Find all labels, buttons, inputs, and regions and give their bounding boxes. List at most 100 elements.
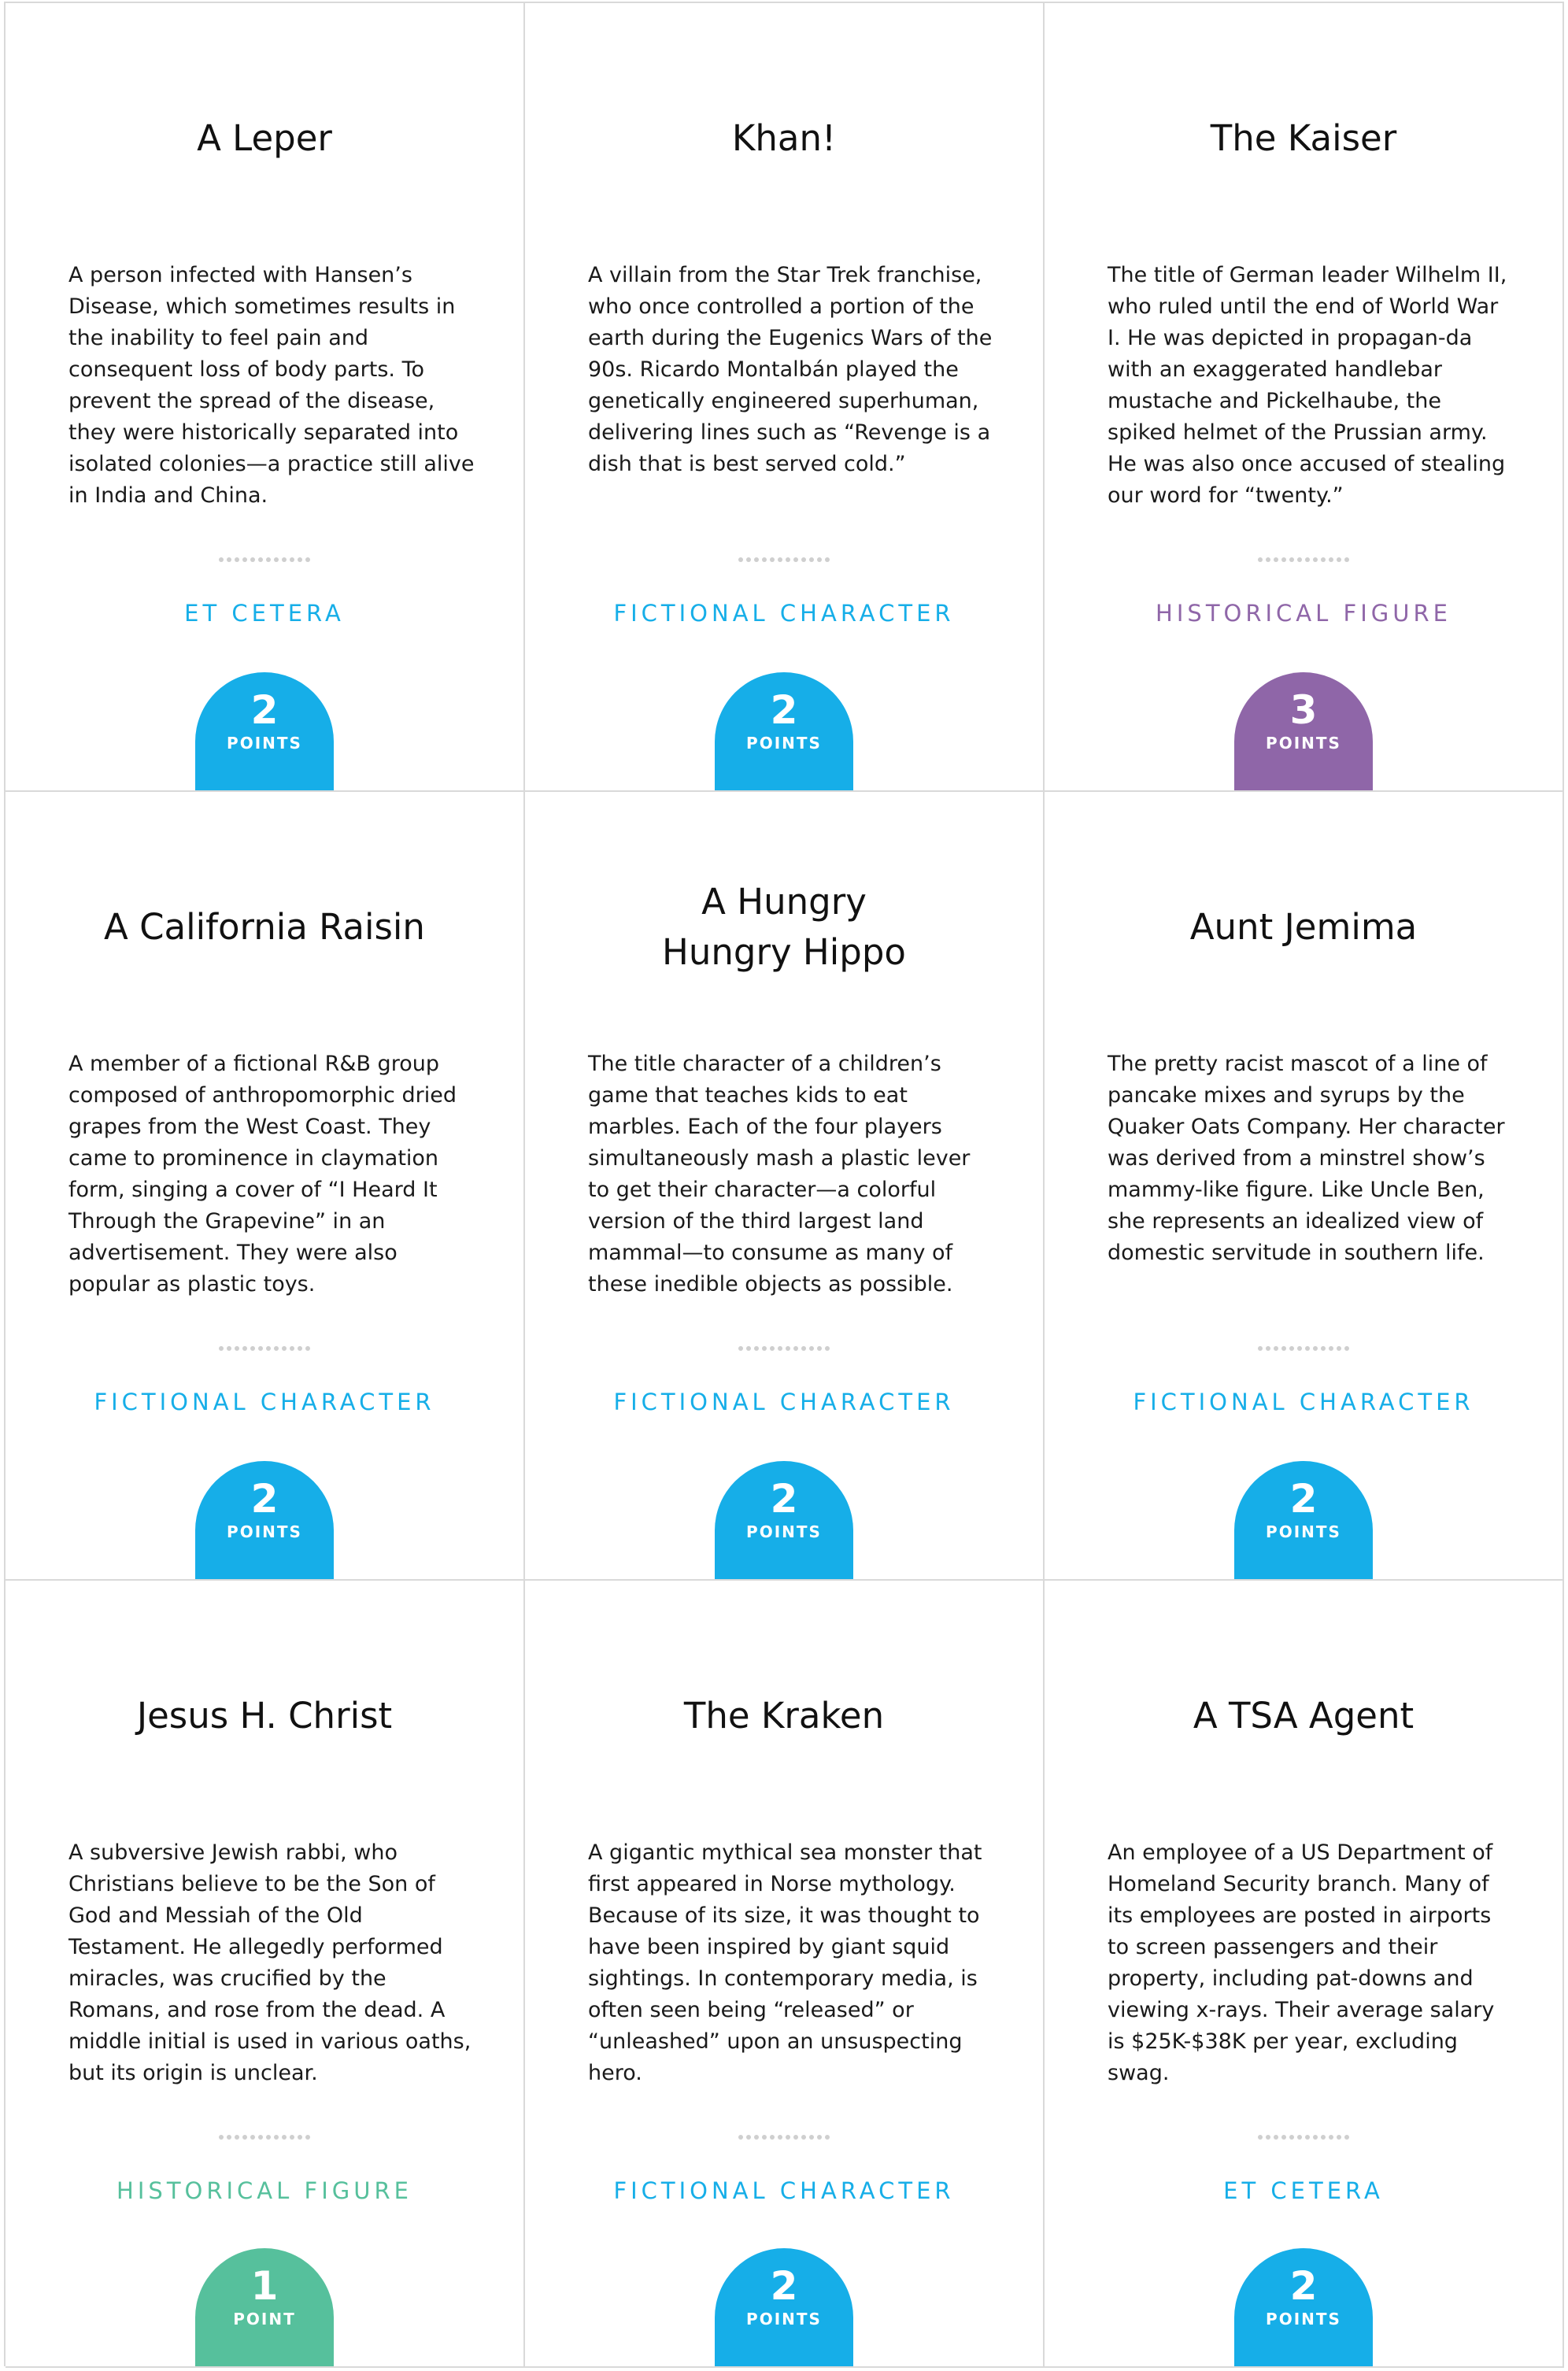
divider-dot (754, 557, 759, 562)
game-card[interactable]: A California Raisin A member of a fictio… (6, 792, 525, 1581)
divider-dot (1313, 557, 1318, 562)
card-category: FICTIONAL CHARACTER (1133, 1389, 1474, 1415)
divider-dot (1297, 2135, 1302, 2140)
divider-dot (282, 1346, 287, 1351)
game-card[interactable]: Jesus H. Christ A subversive Jewish rabb… (6, 1581, 525, 2368)
divider-dot (235, 557, 239, 562)
game-card[interactable]: Khan! A villain from the Star Trek franc… (525, 3, 1045, 792)
points-badge: 1 POINT (195, 2248, 334, 2366)
divider-dot (1281, 2135, 1286, 2140)
game-card[interactable]: The Kaiser The title of German leader Wi… (1045, 3, 1564, 792)
card-description: The title character of a children’s game… (588, 1052, 971, 1296)
game-card[interactable]: The Kraken A gigantic mythical sea monst… (525, 1581, 1045, 2368)
divider-dot (1289, 2135, 1294, 2140)
divider-dot (786, 557, 790, 562)
points-value: 2 (770, 2263, 798, 2309)
divider-dot (235, 1346, 239, 1351)
divider-dot (1329, 2135, 1333, 2140)
divider-dot (298, 2135, 302, 2140)
divider-dot (1337, 1346, 1341, 1351)
divider-dot (793, 1346, 798, 1351)
divider-dot (817, 2135, 822, 2140)
divider-dot (258, 1346, 263, 1351)
dot-divider (1258, 1346, 1349, 1351)
divider-dot (1344, 2135, 1349, 2140)
card-description: A subversive Jewish rabbi, who Christian… (68, 1840, 472, 2085)
divider-dot (825, 2135, 830, 2140)
divider-dot (242, 1346, 247, 1351)
divider-dot (1321, 2135, 1326, 2140)
divider-dot (1321, 1346, 1326, 1351)
divider-dot (1305, 2135, 1310, 2140)
divider-dot (738, 2135, 743, 2140)
game-card[interactable]: A TSA Agent An employee of a US Departme… (1045, 1581, 1564, 2368)
divider-dot (235, 2135, 239, 2140)
game-card[interactable]: A Leper A person infected with Hansen’s … (6, 3, 525, 792)
card-category: FICTIONAL CHARACTER (613, 2177, 955, 2204)
points-badge: 2 POINTS (1234, 1461, 1373, 1579)
divider-dot (1266, 2135, 1270, 2140)
points-badge: 2 POINTS (1234, 2248, 1373, 2366)
dot-divider (219, 557, 310, 562)
divider-dot (305, 1346, 310, 1351)
divider-dot (227, 2135, 231, 2140)
divider-dot (1258, 557, 1263, 562)
divider-dot (1297, 1346, 1302, 1351)
divider-dot (738, 557, 743, 562)
points-value: 2 (1289, 2263, 1318, 2309)
dot-divider (219, 1346, 310, 1351)
game-card[interactable]: A Hungry Hungry Hippo The title characte… (525, 792, 1045, 1581)
card-title: A Hungry Hungry Hippo (662, 881, 906, 973)
divider-dot (809, 557, 814, 562)
divider-dot (1281, 557, 1286, 562)
divider-dot (1313, 1346, 1318, 1351)
card-title: Khan! (731, 117, 837, 159)
card-title: The Kraken (683, 1695, 885, 1737)
divider-dot (1281, 1346, 1286, 1351)
divider-dot (746, 557, 751, 562)
points-badge: 2 POINTS (195, 1461, 334, 1579)
divider-dot (274, 557, 279, 562)
divider-dot (298, 1346, 302, 1351)
points-label: POINTS (227, 1522, 302, 1541)
divider-dot (738, 1346, 743, 1351)
card-category: HISTORICAL FIGURE (116, 2177, 412, 2204)
divider-dot (250, 1346, 255, 1351)
points-label: POINTS (746, 734, 822, 753)
divider-dot (801, 557, 806, 562)
divider-dot (746, 1346, 751, 1351)
divider-dot (1329, 557, 1333, 562)
divider-dot (825, 1346, 830, 1351)
points-label: POINTS (1266, 1522, 1341, 1541)
divider-dot (250, 2135, 255, 2140)
divider-dot (250, 557, 255, 562)
divider-dot (305, 2135, 310, 2140)
divider-dot (282, 557, 287, 562)
divider-dot (778, 1346, 782, 1351)
divider-dot (1266, 557, 1270, 562)
card-description: The title of German leader Wilhelm II, w… (1108, 263, 1507, 508)
divider-dot (290, 1346, 294, 1351)
divider-dot (1337, 557, 1341, 562)
card-title: Jesus H. Christ (136, 1695, 393, 1737)
divider-dot (1329, 1346, 1333, 1351)
divider-dot (762, 1346, 767, 1351)
card-title: The Kaiser (1210, 117, 1397, 159)
points-value: 2 (1289, 1476, 1318, 1522)
divider-dot (786, 2135, 790, 2140)
divider-dot (1274, 557, 1278, 562)
points-value: 2 (770, 687, 798, 733)
divider-dot (266, 557, 271, 562)
divider-dot (290, 2135, 294, 2140)
card-category: FICTIONAL CHARACTER (94, 1389, 435, 1415)
divider-dot (778, 557, 782, 562)
card-title: A TSA Agent (1193, 1695, 1415, 1737)
points-label: POINTS (746, 1522, 822, 1541)
points-badge: 2 POINTS (715, 2248, 853, 2366)
divider-dot (770, 557, 775, 562)
divider-dot (274, 2135, 279, 2140)
dot-divider (219, 2135, 310, 2140)
divider-dot (1289, 557, 1294, 562)
game-card[interactable]: Aunt Jemima The pretty racist mascot of … (1045, 792, 1564, 1581)
divider-dot (274, 1346, 279, 1351)
